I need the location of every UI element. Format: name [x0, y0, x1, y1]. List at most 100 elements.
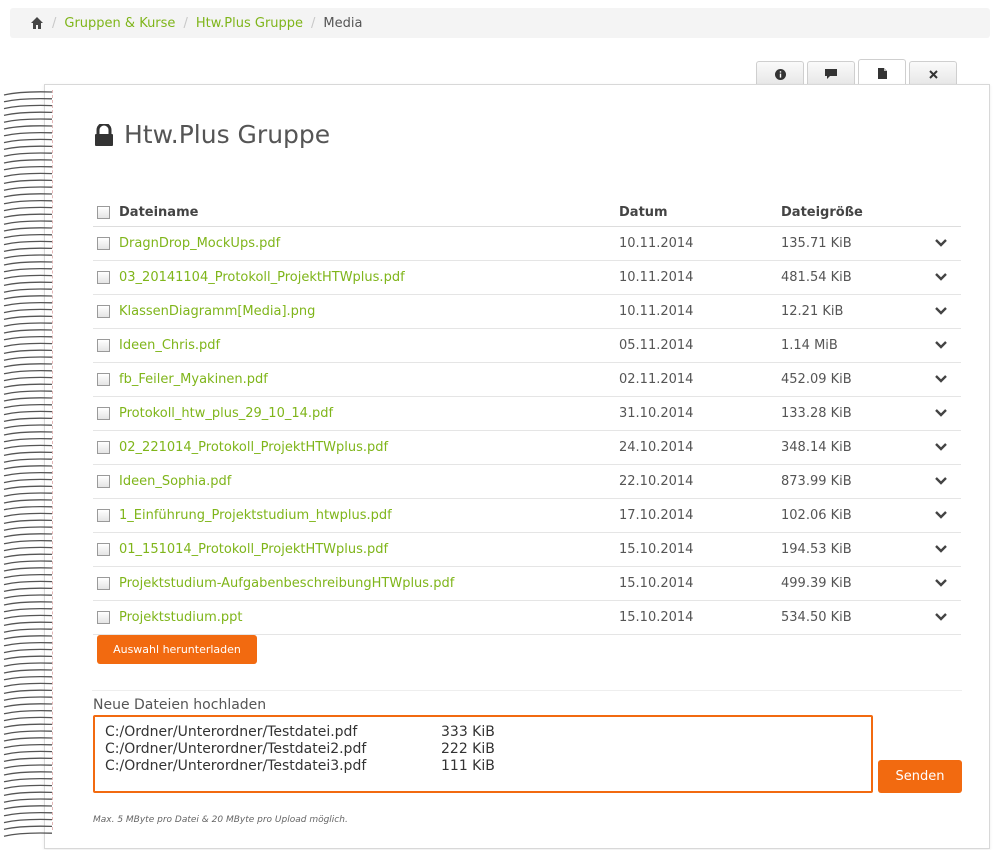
header-size[interactable]: Dateigröße — [781, 198, 921, 227]
spiral-ring — [3, 206, 53, 212]
spiral-binding — [3, 91, 53, 837]
header-name: Dateiname — [93, 198, 619, 227]
file-date: 31.10.2014 — [619, 396, 781, 431]
send-button[interactable]: Senden — [878, 760, 962, 793]
file-link[interactable]: fb_Feiler_Myakinen.pdf — [119, 372, 268, 387]
upload-file-row: C:/Ordner/Unterordner/Testdatei3.pdf 111… — [105, 758, 495, 774]
upload-file-path: C:/Ordner/Unterordner/Testdatei3.pdf — [105, 758, 367, 774]
row-checkbox[interactable] — [97, 577, 110, 590]
download-selection-button[interactable]: Auswahl herunterladen — [97, 635, 257, 664]
file-link[interactable]: 03_20141104_Protokoll_ProjektHTWplus.pdf — [119, 270, 405, 285]
table-row: Projektstudium.ppt 15.10.2014 534.50 KiB — [93, 600, 961, 635]
chevron-down-icon[interactable] — [935, 579, 947, 587]
row-actions — [921, 260, 961, 295]
upload-file-size: 111 KiB — [441, 758, 495, 774]
spiral-ring — [3, 165, 53, 171]
row-actions — [921, 566, 961, 601]
chevron-down-icon[interactable] — [935, 545, 947, 553]
file-size: 499.39 KiB — [781, 566, 921, 601]
breadcrumb-separator: / — [183, 15, 188, 31]
spiral-ring — [3, 145, 53, 151]
header-name-label: Dateiname — [119, 204, 199, 220]
spiral-ring — [3, 261, 53, 266]
chevron-down-icon[interactable] — [935, 273, 947, 281]
file-link[interactable]: Ideen_Chris.pdf — [119, 338, 220, 353]
file-link[interactable]: 02_221014_Protokoll_ProjektHTWplus.pdf — [119, 440, 388, 455]
spiral-ring — [3, 159, 53, 164]
file-name-cell: 03_20141104_Protokoll_ProjektHTWplus.pdf — [93, 260, 619, 295]
file-name-cell: 01_151014_Protokoll_ProjektHTWplus.pdf — [93, 532, 619, 567]
file-table: Dateiname Datum Dateigröße DragnDrop_Moc… — [93, 198, 961, 635]
row-checkbox[interactable] — [97, 407, 110, 420]
spiral-ring — [3, 437, 53, 443]
spiral-ring — [3, 213, 53, 219]
chevron-down-icon[interactable] — [935, 409, 947, 417]
spiral-ring — [3, 784, 53, 790]
spiral-ring — [3, 560, 53, 565]
spiral-ring — [3, 594, 53, 599]
file-size: 194.53 KiB — [781, 532, 921, 567]
spiral-ring — [3, 777, 53, 783]
row-checkbox[interactable] — [97, 271, 110, 284]
tab-close[interactable] — [909, 61, 957, 86]
row-checkbox[interactable] — [97, 509, 110, 522]
spiral-ring — [3, 512, 53, 518]
chevron-down-icon[interactable] — [935, 511, 947, 519]
row-checkbox[interactable] — [97, 373, 110, 386]
chevron-down-icon[interactable] — [935, 239, 947, 247]
home-icon[interactable] — [30, 16, 44, 30]
spiral-ring — [3, 383, 53, 389]
row-checkbox[interactable] — [97, 305, 110, 318]
file-size: 348.14 KiB — [781, 430, 921, 465]
spiral-ring — [3, 635, 53, 640]
file-size: 873.99 KiB — [781, 464, 921, 499]
spiral-ring — [3, 356, 53, 361]
file-name-cell: KlassenDiagramm[Media].png — [93, 294, 619, 329]
row-actions — [921, 498, 961, 533]
spiral-ring — [3, 771, 53, 776]
chevron-down-icon[interactable] — [935, 613, 947, 621]
spiral-ring — [3, 288, 53, 293]
breadcrumb-current: Media — [323, 15, 363, 31]
chevron-down-icon[interactable] — [935, 341, 947, 349]
breadcrumb-link-groups[interactable]: Gruppen & Kurse — [64, 16, 175, 31]
spiral-ring — [3, 499, 53, 504]
row-checkbox[interactable] — [97, 543, 110, 556]
upload-drop-zone[interactable]: C:/Ordner/Unterordner/Testdatei.pdf 333 … — [93, 715, 873, 793]
file-link[interactable]: 01_151014_Protokoll_ProjektHTWplus.pdf — [119, 542, 388, 557]
select-all-checkbox[interactable] — [97, 205, 110, 219]
upload-file-row: C:/Ordner/Unterordner/Testdatei.pdf 333 … — [105, 724, 495, 740]
spiral-ring — [3, 301, 53, 307]
file-date: 22.10.2014 — [619, 464, 781, 499]
tab-comments[interactable] — [807, 61, 855, 86]
row-checkbox[interactable] — [97, 441, 110, 454]
file-link[interactable]: Projektstudium.ppt — [119, 610, 242, 625]
file-link[interactable]: Protokoll_htw_plus_29_10_14.pdf — [119, 406, 333, 421]
breadcrumb-link-group[interactable]: Htw.Plus Gruppe — [196, 16, 303, 31]
chevron-down-icon[interactable] — [935, 375, 947, 383]
file-link[interactable]: Ideen_Sophia.pdf — [119, 474, 231, 489]
chevron-down-icon[interactable] — [935, 443, 947, 451]
file-name-cell: 02_221014_Protokoll_ProjektHTWplus.pdf — [93, 430, 619, 465]
header-date[interactable]: Datum — [619, 198, 781, 227]
file-link[interactable]: 1_Einführung_Projektstudium_htwplus.pdf — [119, 508, 392, 523]
file-link[interactable]: KlassenDiagramm[Media].png — [119, 304, 315, 319]
file-date: 10.11.2014 — [619, 226, 781, 261]
row-checkbox[interactable] — [97, 475, 110, 488]
spiral-ring — [3, 614, 53, 620]
file-link[interactable]: DragnDrop_MockUps.pdf — [119, 236, 280, 251]
file-link[interactable]: Projektstudium-AufgabenbeschreibungHTWpl… — [119, 576, 454, 591]
file-size: 452.09 KiB — [781, 362, 921, 397]
tab-media[interactable] — [858, 59, 906, 86]
chevron-down-icon[interactable] — [935, 307, 947, 315]
spiral-ring — [3, 138, 53, 144]
row-checkbox[interactable] — [97, 611, 110, 624]
row-checkbox[interactable] — [97, 339, 110, 352]
spiral-ring — [3, 485, 53, 491]
spiral-ring — [3, 376, 53, 382]
row-checkbox[interactable] — [97, 237, 110, 250]
spiral-ring — [3, 811, 53, 817]
spiral-ring — [3, 703, 53, 708]
tab-info[interactable] — [756, 61, 804, 86]
chevron-down-icon[interactable] — [935, 477, 947, 485]
